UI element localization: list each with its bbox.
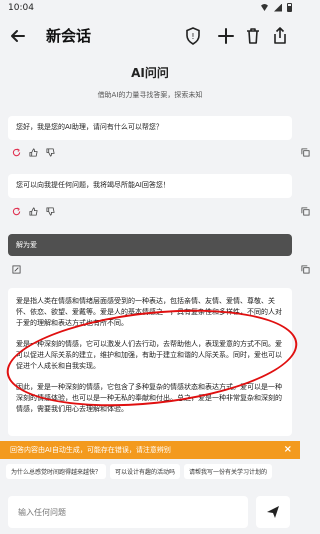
page-title: 新会话 xyxy=(46,27,92,45)
disclaimer-text: 回答内容由AI自动生成，可能存在错误，请注意辨别 xyxy=(10,446,171,454)
thumbs-up-icon[interactable] xyxy=(29,148,38,157)
message-text: 您可以向我提任何问题，我将竭尽所能AI回答您！ xyxy=(16,181,170,189)
shield-icon[interactable]: ! xyxy=(183,26,203,46)
message-actions xyxy=(12,148,55,157)
message-actions xyxy=(12,207,55,216)
thumbs-down-icon[interactable] xyxy=(46,148,55,157)
signal-icon xyxy=(274,3,282,12)
ai-message-bubble: 您可以向我提任何问题，我将竭尽所能AI回答您！ xyxy=(8,174,292,198)
wifi-icon xyxy=(260,4,269,11)
refresh-icon[interactable] xyxy=(12,148,21,157)
delete-icon[interactable] xyxy=(243,26,263,46)
message-text: 您好，我是您的AI助理，请问有什么可以帮您？ xyxy=(16,123,163,131)
add-icon[interactable] xyxy=(216,26,236,46)
welcome-subtitle: 借助AI的力量寻找答案，探索未知 xyxy=(97,91,203,99)
answer-paragraph: 因此，爱是一种深刻的情感，它包含了多种复杂的情感状态和表达方式。爱可以是一种深刻… xyxy=(16,383,282,413)
thumbs-up-icon[interactable] xyxy=(29,207,38,216)
ai-answer-bubble: 爱是指人类在情感和情绪层面感受到的一种表达，包括亲情、友情、爱情、尊敬、关怀、依… xyxy=(8,288,292,436)
suggestion-chip[interactable]: 请帮我写一份有关学习计划的 xyxy=(184,464,273,479)
answer-paragraph: 爱是一种深刻的情感，它可以激发人们去行动，去帮助他人，表现爱意的方式不同。爱可以… xyxy=(16,340,282,370)
input-bar xyxy=(0,488,300,534)
disclaimer-banner: 回答内容由AI自动生成，可能存在错误，请注意辨别 × xyxy=(0,441,300,459)
thumbs-down-icon[interactable] xyxy=(46,207,55,216)
suggestion-chip[interactable]: 可以设计有趣的活动吗 xyxy=(110,464,181,479)
welcome-title: AI问问 xyxy=(131,66,169,80)
battery-icon xyxy=(287,3,292,12)
status-bar: 10:04 xyxy=(0,0,300,18)
status-icons xyxy=(260,3,292,12)
copy-icon[interactable] xyxy=(301,207,310,216)
message-text: 解为爱 xyxy=(16,241,37,249)
svg-text:!: ! xyxy=(191,32,194,41)
refresh-icon[interactable] xyxy=(12,207,21,216)
share-icon[interactable] xyxy=(270,26,290,46)
close-icon[interactable]: × xyxy=(284,441,292,459)
edit-icon[interactable] xyxy=(12,265,21,274)
copy-icon[interactable] xyxy=(301,148,310,157)
user-message-bubble: 解为爱 xyxy=(8,234,292,256)
answer-paragraph: 爱是指人类在情感和情绪层面感受到的一种表达，包括亲情、友情、爱情、尊敬、关怀、依… xyxy=(16,297,282,327)
app-bar: 新会话 ! xyxy=(0,18,300,54)
send-button[interactable] xyxy=(256,496,290,528)
question-input[interactable] xyxy=(8,496,248,528)
status-time: 10:04 xyxy=(8,3,34,13)
suggestion-chip[interactable]: 为什么总感觉时间跑得越来越快？ xyxy=(6,464,107,479)
ai-message-bubble: 您好，我是您的AI助理，请问有什么可以帮您？ xyxy=(8,116,292,140)
copy-icon[interactable] xyxy=(301,265,310,274)
send-icon xyxy=(267,506,279,518)
back-arrow-icon[interactable] xyxy=(8,26,28,46)
suggestion-list: 为什么总感觉时间跑得越来越快？ 可以设计有趣的活动吗 请帮我写一份有关学习计划的 xyxy=(0,464,300,479)
